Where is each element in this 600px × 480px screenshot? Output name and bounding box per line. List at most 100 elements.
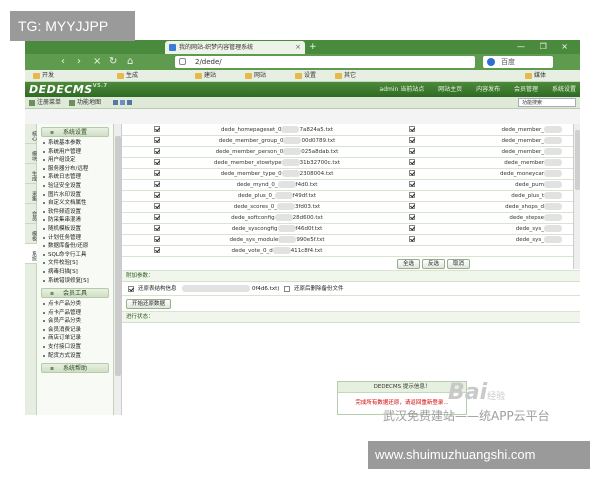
cancel-selection-button[interactable]: 取消 [447, 258, 471, 269]
bookmark-item[interactable]: 媒体 [525, 70, 546, 82]
back-icon[interactable]: ‹ [61, 55, 65, 69]
menu-item[interactable]: 病毒扫描[S] [37, 268, 113, 277]
tab-close-icon[interactable]: × [295, 41, 301, 54]
main-scroll-thumb[interactable] [575, 130, 580, 190]
top-nav-item[interactable]: 内容发布 [476, 86, 500, 93]
row-checkbox[interactable] [409, 203, 415, 210]
menu-item[interactable]: 系统用户管理 [37, 148, 113, 157]
row-checkbox[interactable] [154, 247, 160, 254]
category-tab[interactable]: 采集 [25, 184, 37, 204]
menu-item[interactable]: 验证安全设置 [37, 182, 113, 191]
menu-item[interactable]: 防采集串混淆 [37, 216, 113, 225]
menu-item[interactable]: 商店订单记录 [37, 334, 113, 343]
row-checkbox[interactable] [409, 148, 415, 155]
category-tab[interactable]: 模板 [25, 224, 37, 244]
menu-item[interactable]: SQL命令行工具 [37, 251, 113, 260]
menu-item[interactable]: 用户组设定 [37, 156, 113, 165]
menu-item[interactable]: 系统日志管理 [37, 173, 113, 182]
row-checkbox[interactable] [409, 137, 415, 144]
keep-structure-checkbox[interactable] [128, 285, 134, 292]
category-tab[interactable]: 生成 [25, 164, 37, 184]
row-checkbox[interactable] [154, 159, 160, 166]
top-nav-item[interactable]: 系统设置 [552, 86, 576, 93]
row-checkbox[interactable] [154, 203, 160, 210]
menu-item[interactable]: 系统错误修复[S] [37, 277, 113, 286]
menu-item[interactable]: 系统基本参数 [37, 139, 113, 148]
category-tab[interactable]: 核心 [25, 124, 37, 144]
bookmark-item[interactable]: 其它 [335, 70, 356, 82]
menu-item[interactable]: 点卡产品分类 [37, 300, 113, 309]
row-checkbox[interactable] [154, 170, 160, 177]
start-restore-button[interactable]: 开始还原数据 [126, 298, 172, 309]
page-icon [179, 58, 186, 65]
row-checkbox[interactable] [154, 148, 160, 155]
row-checkbox[interactable] [154, 236, 160, 243]
sidebar-scroll-thumb[interactable] [115, 136, 121, 376]
menu-group-title[interactable]: 系统设置 [41, 127, 109, 137]
browser-tab[interactable]: 我的网站-织梦内容管理系统 × [165, 41, 305, 54]
row-checkbox[interactable] [409, 126, 415, 132]
invert-selection-button[interactable]: 反选 [422, 258, 446, 269]
row-checkbox[interactable] [154, 192, 160, 199]
menu-item[interactable]: 自定义文档属性 [37, 199, 113, 208]
color-swatch-icon[interactable] [113, 100, 118, 105]
row-checkbox[interactable] [409, 170, 415, 177]
address-bar[interactable]: 2/dede/ [175, 56, 475, 68]
row-checkbox[interactable] [154, 181, 160, 188]
search-engine-label: 百度 [501, 58, 515, 66]
bookmark-item[interactable]: 网站 [245, 70, 266, 82]
row-checkbox[interactable] [154, 214, 160, 221]
color-swatch-icon[interactable] [127, 100, 132, 105]
notice-link[interactable]: 注册菜单 [29, 97, 61, 109]
color-swatch-icon[interactable] [120, 100, 125, 105]
menu-item[interactable]: 软件频道设置 [37, 208, 113, 217]
row-checkbox[interactable] [409, 159, 415, 166]
reload-icon[interactable]: ↻ [109, 55, 117, 69]
row-checkbox[interactable] [154, 137, 160, 144]
menu-item[interactable]: 随机模板设置 [37, 225, 113, 234]
browser-search-box[interactable]: 百度 [483, 56, 553, 68]
row-checkbox[interactable] [154, 225, 160, 232]
top-nav-item[interactable]: 网站主页 [438, 86, 462, 93]
select-all-button[interactable]: 全选 [397, 258, 421, 269]
menu-item[interactable]: 会员产品分类 [37, 317, 113, 326]
bookmark-item[interactable]: 设置 [295, 70, 316, 82]
delete-backup-checkbox[interactable] [284, 285, 290, 292]
window-controls[interactable]: — ❐ × [517, 40, 574, 53]
start-row: 开始还原数据 [122, 296, 580, 312]
new-tab-icon[interactable]: + [309, 42, 317, 52]
row-checkbox[interactable] [409, 181, 415, 188]
bookmark-item[interactable]: 生成 [117, 70, 138, 82]
stop-icon[interactable]: × [93, 55, 101, 69]
category-tab[interactable]: 模块 [25, 144, 37, 164]
bookmark-item[interactable]: 开发 [33, 70, 54, 82]
top-nav-item[interactable]: 会员管理 [514, 86, 538, 93]
function-map-link[interactable]: 功能地图 [69, 97, 101, 109]
forward-icon[interactable]: › [77, 55, 81, 69]
menu-item[interactable]: 服务器分布/远程 [37, 165, 113, 174]
row-checkbox[interactable] [154, 126, 160, 132]
menu-item[interactable]: 配货方式设置 [37, 352, 113, 361]
category-tab-active[interactable]: 系统 [25, 244, 37, 264]
function-search-input[interactable]: 功能搜索 [518, 98, 576, 107]
row-checkbox[interactable] [409, 192, 415, 199]
menu-group-title[interactable]: 系统帮助 [41, 363, 109, 374]
row-checkbox[interactable] [409, 225, 415, 232]
menu-item[interactable]: 图片水印设置 [37, 191, 113, 200]
menu-item[interactable]: 支付接口设置 [37, 343, 113, 352]
home-icon[interactable]: ⌂ [127, 55, 133, 69]
bookmark-item[interactable]: 建站 [195, 70, 216, 82]
menu-group-title[interactable]: 会员工具 [41, 288, 109, 299]
row-checkbox[interactable] [409, 236, 415, 243]
address-text: 2/dede/ [195, 58, 222, 66]
row-checkbox[interactable] [409, 214, 415, 221]
sidebar-scrollbar[interactable] [114, 124, 122, 415]
menu-item[interactable]: 文件校验[S] [37, 259, 113, 268]
main-scrollbar[interactable] [573, 124, 580, 269]
category-tab[interactable]: 会员 [25, 204, 37, 224]
menu-item[interactable]: 会员消费记录 [37, 326, 113, 335]
menu-item[interactable]: 计划任务管理 [37, 234, 113, 243]
top-nav-item[interactable]: admin 当前站点 [380, 86, 425, 93]
menu-item[interactable]: 点卡产品管理 [37, 309, 113, 318]
menu-item[interactable]: 数据库备份/还原 [37, 242, 113, 251]
